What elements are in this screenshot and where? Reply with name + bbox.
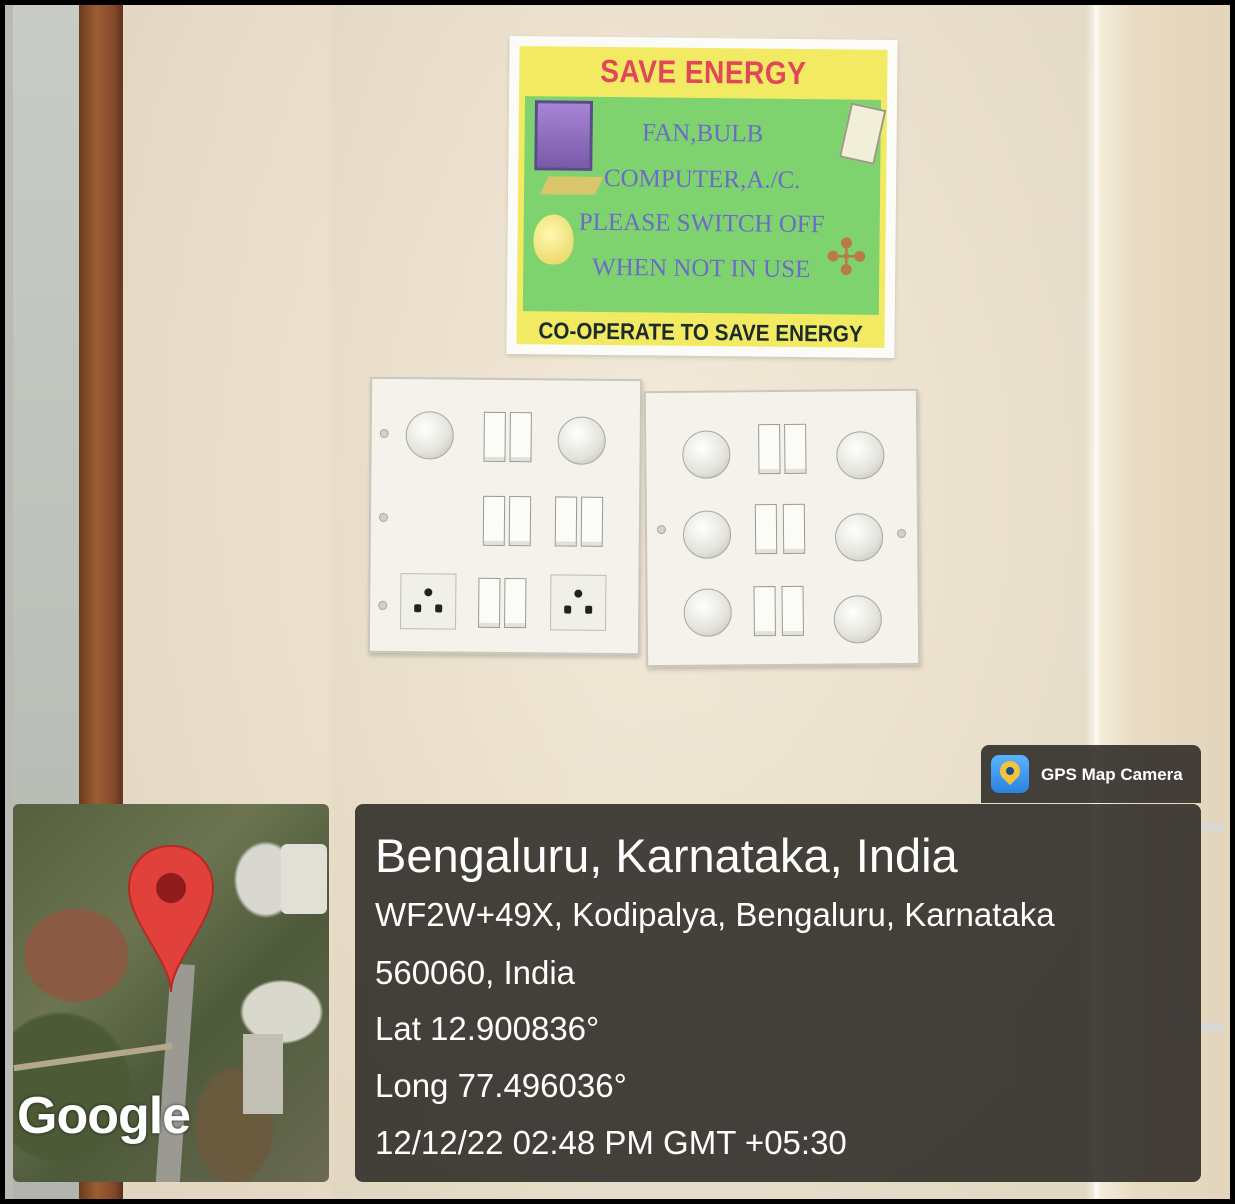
fan-regulator-knob[interactable] [682,430,731,479]
switch-plate-right [643,388,921,668]
rocker-switch[interactable] [580,496,604,547]
fan-regulator-knob[interactable] [836,431,885,480]
map-building [281,844,327,914]
rocker-switch[interactable] [482,495,506,546]
badge-label: GPS Map Camera [1041,765,1183,784]
rocker-switch[interactable] [478,577,501,628]
sign-title: SAVE ENERGY [600,52,807,92]
rocker-switch[interactable] [554,496,578,547]
rocker-switch[interactable] [753,586,776,637]
rocker-switch[interactable] [782,503,806,554]
gps-map-camera-badge: GPS Map Camera [981,745,1201,803]
screw [378,512,389,522]
map-road [13,1042,173,1072]
address-line-1: WF2W+49X, Kodipalya, Bengaluru, Karnatak… [375,896,1055,933]
fan-regulator-knob[interactable] [405,411,454,460]
photo-frame: SAVE ENERGY ✣ FAN,BULB COMPUTER,A./C. PL… [0,0,1235,1204]
fan-regulator-knob[interactable] [834,513,884,562]
screw [379,428,389,438]
power-socket[interactable] [550,574,607,631]
rocker-switch[interactable] [754,504,778,555]
sign-board: SAVE ENERGY ✣ FAN,BULB COMPUTER,A./C. PL… [516,46,888,348]
fan-regulator-knob[interactable] [833,595,883,644]
screw [897,528,907,538]
location-info-panel: Bengaluru, Karnataka, India WF2W+49X, Ko… [355,804,1201,1182]
gps-map-camera-icon [991,755,1029,793]
map-thumbnail[interactable]: Google [13,804,329,1182]
latitude: Lat 12.900836° [375,1010,600,1047]
sign-footer: CO-OPERATE TO SAVE ENERGY [538,317,863,347]
switch-plate-left [367,376,643,656]
rocker-switch[interactable] [508,496,532,547]
sign-line-3: PLEASE SWITCH OFF [578,208,825,239]
rocker-switch[interactable] [784,423,807,474]
longitude: Long 77.496036° [375,1067,627,1104]
sign-line-4: WHEN NOT IN USE [591,253,811,284]
power-socket[interactable] [400,573,457,630]
sign-line-1: FAN,BULB [641,119,764,148]
rocker-switch[interactable] [504,577,527,629]
location-pin-icon [127,844,215,993]
sign-line-2: COMPUTER,A./C. [603,164,801,195]
rocker-switch[interactable] [781,585,804,637]
map-building [243,1034,283,1114]
rocker-switch[interactable] [758,424,781,475]
fan-regulator-knob[interactable] [683,588,732,637]
map-attribution: Google [17,1087,191,1145]
datetime: 12/12/22 02:48 PM GMT +05:30 [375,1124,847,1161]
address-line-2: 560060, India [375,954,576,991]
sign-panel: ✣ FAN,BULB COMPUTER,A./C. PLEASE SWITCH … [522,96,887,315]
save-energy-sign: SAVE ENERGY ✣ FAN,BULB COMPUTER,A./C. PL… [506,35,898,359]
screw [378,600,388,610]
map-road [155,963,195,1182]
fan-regulator-knob[interactable] [682,510,732,559]
screw [656,525,667,535]
location-place: Bengaluru, Karnataka, India [375,829,958,882]
fan-regulator-knob[interactable] [557,416,606,465]
rocker-switch[interactable] [483,411,506,463]
rocker-switch[interactable] [509,412,532,463]
